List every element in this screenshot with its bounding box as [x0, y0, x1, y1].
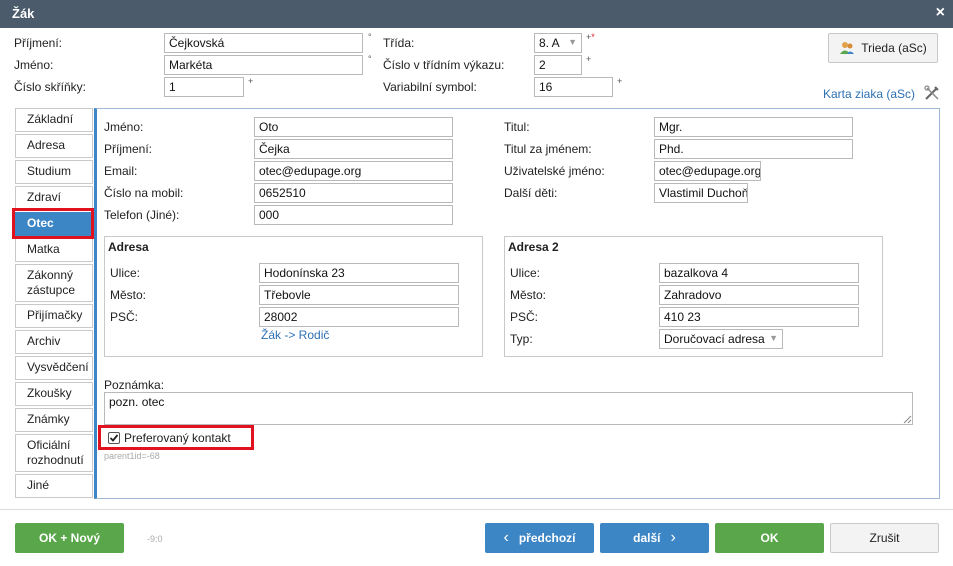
firstname-label: Jméno:: [14, 58, 54, 72]
tab-adresa[interactable]: Adresa: [15, 134, 93, 158]
father-title-label: Titul:: [504, 120, 530, 134]
father-children-label: Další děti:: [504, 186, 558, 200]
address-box-title: Adresa: [108, 240, 149, 254]
father-surname-label: Příjmení:: [104, 142, 153, 156]
address2-box-title: Adresa 2: [508, 240, 559, 254]
address2-city-label: Město:: [510, 288, 547, 302]
surname-field[interactable]: Čejkovská: [164, 33, 363, 53]
class-select-value: 8. A: [539, 36, 560, 50]
address2-type-value: Doručovací adresa: [664, 332, 765, 346]
father-username-field[interactable]: otec@edupage.org: [654, 161, 761, 181]
father-title-after-label: Titul za jménem:: [504, 142, 592, 156]
copy-student-address-link[interactable]: Žák -> Rodič: [261, 328, 329, 342]
chevron-left-icon: ‹: [503, 529, 509, 546]
varsym-field[interactable]: 16: [534, 77, 613, 97]
address2-city-field[interactable]: Zahradovo: [659, 285, 859, 305]
dialog-title: Žák: [12, 6, 35, 21]
father-email-label: Email:: [104, 164, 138, 178]
resize-handle-icon[interactable]: [903, 415, 912, 424]
class-label: Třída:: [383, 36, 415, 50]
tab-vysvedceni[interactable]: Vysvědčení: [15, 356, 93, 380]
tools-icon[interactable]: [923, 84, 941, 102]
tab-jine[interactable]: Jiné: [15, 474, 93, 498]
father-surname-field[interactable]: Čejka: [254, 139, 453, 159]
trieda-button[interactable]: Trieda (aSc): [828, 33, 938, 63]
father-children-field[interactable]: Vlastimil Duchoň: [654, 183, 748, 203]
chevron-right-icon: ›: [670, 529, 676, 546]
address-street-label: Ulice:: [110, 266, 141, 280]
chevron-down-icon: ▼: [769, 333, 778, 343]
trieda-button-label: Trieda (aSc): [861, 41, 927, 55]
chevron-down-icon: ▼: [568, 37, 577, 47]
address2-street-field[interactable]: bazalkova 4: [659, 263, 859, 283]
address-city-field[interactable]: Třebovle: [259, 285, 459, 305]
tab-zdravi[interactable]: Zdraví: [15, 186, 93, 210]
address-city-label: Město:: [110, 288, 147, 302]
father-title-after-field[interactable]: Phd.: [654, 139, 853, 159]
previous-button[interactable]: ‹ předchozí: [485, 523, 594, 553]
footer-divider: [0, 509, 953, 510]
cancel-button[interactable]: Zrušit: [830, 523, 939, 553]
tab-oficialni-rozhodnuti[interactable]: Oficiální rozhodnutí: [15, 434, 93, 472]
preferred-contact-checkbox[interactable]: [108, 432, 120, 444]
varsym-label: Variabilní symbol:: [383, 80, 477, 94]
class-number-field[interactable]: 2: [534, 55, 582, 75]
father-name-field[interactable]: Oto: [254, 117, 453, 137]
previous-button-label: předchozí: [518, 531, 576, 545]
address2-zip-field[interactable]: 410 23: [659, 307, 859, 327]
tab-zakladni[interactable]: Základní: [15, 108, 93, 132]
record-counter: -9:0: [147, 534, 163, 544]
locker-label: Číslo skříňky:: [14, 80, 87, 94]
father-phone-field[interactable]: 000: [254, 205, 453, 225]
tab-studium[interactable]: Studium: [15, 160, 93, 184]
father-email-field[interactable]: otec@edupage.org: [254, 161, 453, 181]
address2-type-select[interactable]: Doručovací adresa ▼: [659, 329, 783, 349]
class-number-mark: +: [586, 54, 592, 64]
close-icon[interactable]: ×: [936, 4, 945, 22]
class-number-label: Číslo v třídním výkazu:: [383, 58, 505, 72]
address-zip-field[interactable]: 28002: [259, 307, 459, 327]
address-street-field[interactable]: Hodonínska 23: [259, 263, 459, 283]
firstname-mark: °: [368, 54, 372, 64]
karta-ziaka-link[interactable]: Karta ziaka (aSc): [823, 87, 915, 101]
highlight-otec-tab: [12, 208, 94, 239]
tab-znamky[interactable]: Známky: [15, 408, 93, 432]
surname-label: Příjmení:: [14, 36, 63, 50]
checkmark-icon: [109, 434, 119, 442]
address-zip-label: PSČ:: [110, 310, 139, 324]
father-title-field[interactable]: Mgr.: [654, 117, 853, 137]
address2-street-label: Ulice:: [510, 266, 541, 280]
tab-zkousky[interactable]: Zkoušky: [15, 382, 93, 406]
tab-archiv[interactable]: Archiv: [15, 330, 93, 354]
note-textarea[interactable]: pozn. otec: [104, 392, 913, 425]
firstname-field[interactable]: Markéta: [164, 55, 363, 75]
address2-zip-label: PSČ:: [510, 310, 539, 324]
note-label: Poznámka:: [104, 378, 165, 392]
father-mobile-field[interactable]: 0652510: [254, 183, 453, 203]
class-select[interactable]: 8. A ▼: [534, 33, 582, 53]
ok-button[interactable]: OK: [715, 523, 824, 553]
father-name-label: Jméno:: [104, 120, 144, 134]
locker-mark: +: [248, 76, 254, 86]
next-button[interactable]: další ›: [600, 523, 709, 553]
locker-field[interactable]: 1: [164, 77, 244, 97]
class-mark: +*: [586, 32, 595, 42]
next-button-label: další: [633, 531, 661, 545]
user-group-icon: [840, 42, 855, 54]
varsym-mark: +: [617, 76, 623, 86]
class-required-mark: *: [591, 32, 595, 42]
surname-mark: °: [368, 32, 372, 42]
father-mobile-label: Číslo na mobil:: [104, 186, 184, 200]
tab-matka[interactable]: Matka: [15, 238, 93, 262]
tab-prijimacky[interactable]: Přijímačky: [15, 304, 93, 328]
ok-new-button[interactable]: OK + Nový: [15, 523, 124, 553]
tab-zakonny-zastupce[interactable]: Zákonný zástupce: [15, 264, 93, 302]
dialog-titlebar: Žák ×: [0, 0, 953, 28]
father-phone-label: Telefon (Jiné):: [104, 208, 180, 222]
preferred-contact-label: Preferovaný kontakt: [124, 431, 231, 445]
father-username-label: Uživatelské jméno:: [504, 164, 605, 178]
address2-type-label: Typ:: [510, 332, 533, 346]
parent-id-text: parent1id=-68: [104, 451, 160, 461]
